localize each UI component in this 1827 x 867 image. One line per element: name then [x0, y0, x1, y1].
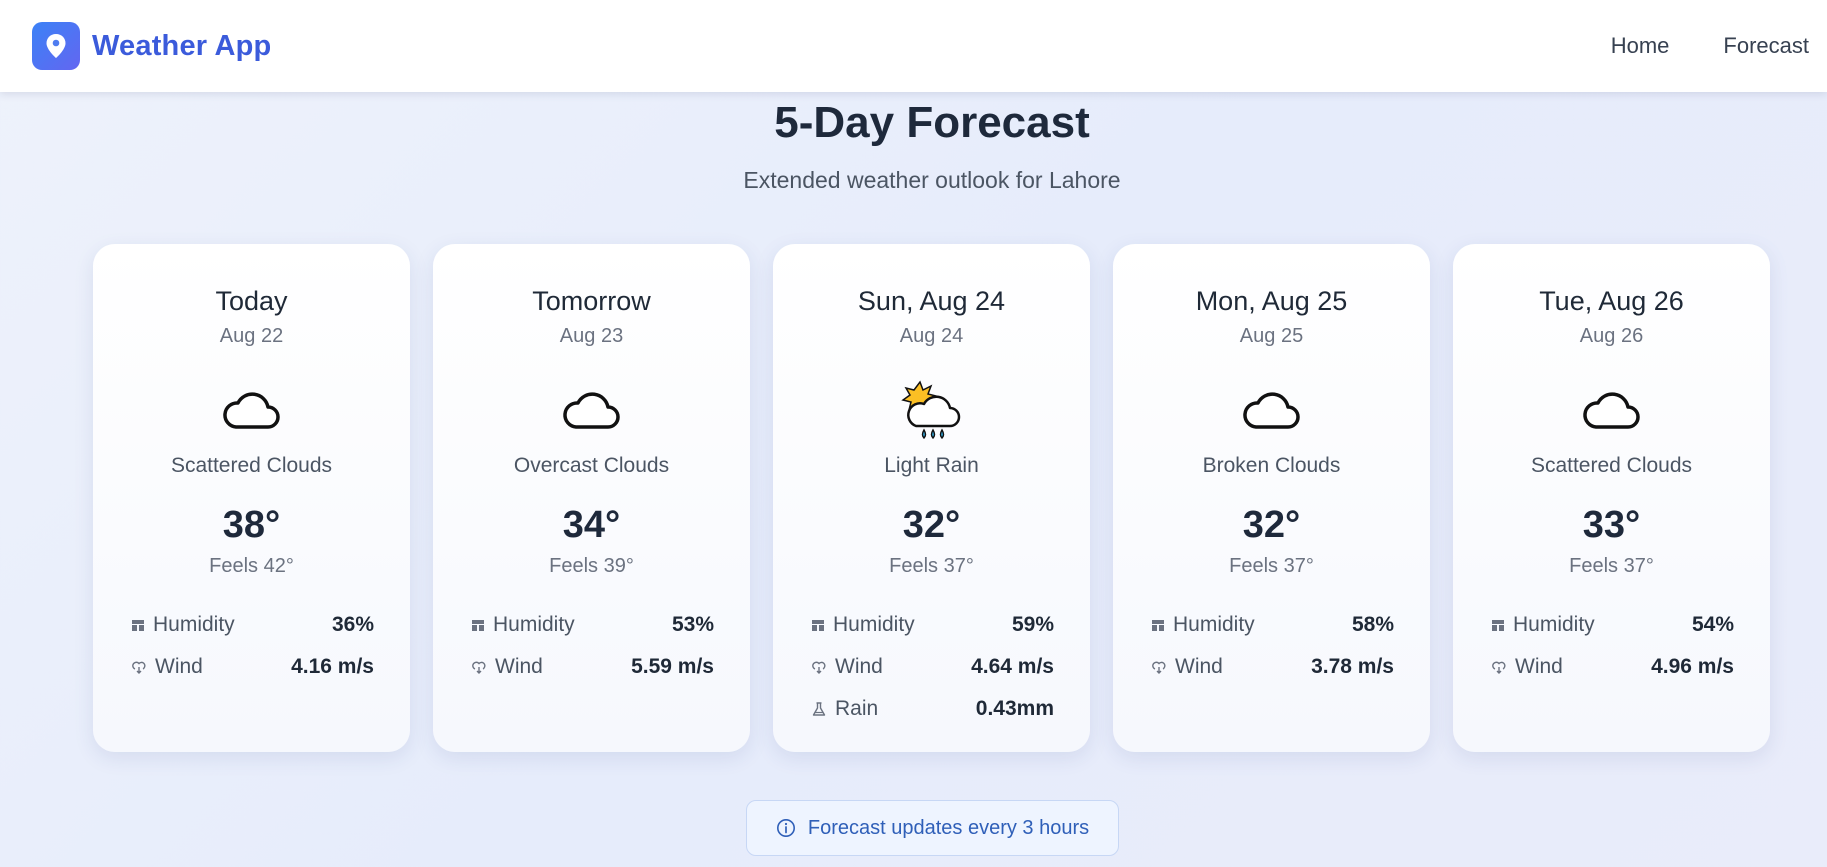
card-description: Scattered Clouds: [1530, 454, 1693, 477]
card-temperature: 33°: [1582, 504, 1641, 546]
wind-value: 4.96 m/s: [1651, 655, 1734, 678]
nav-links: Home Forecast: [1611, 33, 1809, 59]
top-navbar: Weather App Home Forecast: [0, 0, 1827, 92]
humidity-row: Humidity 58%: [1151, 604, 1394, 646]
card-feels-like: Feels 37°: [1229, 555, 1314, 577]
wind-label: Wind: [495, 655, 543, 678]
card-date: Aug 25: [1239, 325, 1304, 347]
card-date: Aug 24: [899, 325, 964, 347]
cloud-icon: [93, 380, 410, 442]
wind-value: 4.16 m/s: [291, 655, 374, 678]
rain-label: Rain: [835, 697, 879, 720]
card-date: Aug 23: [559, 325, 624, 347]
info-icon: [776, 819, 795, 837]
wind-value: 5.59 m/s: [631, 655, 714, 678]
card-description: Broken Clouds: [1202, 454, 1341, 477]
rain-value: 0.43mm: [975, 697, 1054, 720]
forecast-card[interactable]: Today Aug 22 Scattered Clouds 38° Feels …: [93, 244, 410, 752]
humidity-label: Humidity: [153, 613, 235, 636]
brand[interactable]: Weather App: [32, 22, 271, 70]
wind-value: 3.78 m/s: [1311, 655, 1394, 678]
wind-icon: [812, 661, 826, 674]
humidity-value: 36%: [331, 613, 374, 636]
wind-label: Wind: [1515, 655, 1563, 678]
forecast-card[interactable]: Tue, Aug 26 Aug 26 Scattered Clouds 33° …: [1453, 244, 1770, 752]
nav-home-link[interactable]: Home: [1611, 33, 1670, 59]
humidity-icon: [1152, 620, 1164, 631]
humidity-icon: [472, 620, 484, 631]
brand-name: Weather App: [92, 29, 272, 62]
humidity-row: Humidity 53%: [471, 604, 714, 646]
card-description: Scattered Clouds: [170, 454, 333, 477]
card-day: Mon, Aug 25: [1195, 286, 1348, 316]
card-stats: Humidity 54% Wind 4.96 m/s: [1453, 604, 1770, 688]
forecast-card[interactable]: Tomorrow Aug 23 Overcast Clouds 34° Feel…: [433, 244, 750, 752]
wind-label: Wind: [835, 655, 883, 678]
wind-row: Wind 5.59 m/s: [471, 646, 714, 688]
card-date: Aug 22: [219, 325, 284, 347]
nav-forecast-link[interactable]: Forecast: [1723, 33, 1809, 59]
wind-label: Wind: [155, 655, 203, 678]
cloud-icon: [433, 380, 750, 442]
card-temperature: 34°: [562, 504, 621, 546]
cloud-icon: [1113, 380, 1430, 442]
card-description: Light Rain: [884, 454, 979, 477]
card-temperature: 32°: [1242, 504, 1301, 546]
humidity-value: 53%: [671, 613, 714, 636]
update-notice-text: Forecast updates every 3 hours: [807, 816, 1090, 839]
humidity-value: 59%: [1011, 613, 1054, 636]
humidity-label: Humidity: [493, 613, 575, 636]
wind-row: Wind 4.96 m/s: [1491, 646, 1734, 688]
rain-row: Rain 0.43mm: [811, 688, 1054, 730]
humidity-value: 54%: [1691, 613, 1734, 636]
humidity-icon: [132, 620, 144, 631]
wind-icon: [472, 661, 486, 674]
page-subtitle: Extended weather outlook for Lahore: [743, 167, 1121, 193]
humidity-icon: [1492, 620, 1504, 631]
card-feels-like: Feels 37°: [1569, 555, 1654, 577]
card-temperature: 32°: [902, 504, 961, 546]
wind-icon: [1492, 661, 1506, 674]
card-day: Tomorrow: [532, 286, 651, 316]
wind-label: Wind: [1175, 655, 1223, 678]
card-stats: Humidity 59% Wind 4.64 m/s Rain 0.43mm: [773, 604, 1090, 730]
card-stats: Humidity 36% Wind 4.16 m/s: [93, 604, 410, 688]
humidity-icon: [812, 620, 824, 631]
card-stats: Humidity 58% Wind 3.78 m/s: [1113, 604, 1430, 688]
forecast-cards: Today Aug 22 Scattered Clouds 38° Feels …: [93, 244, 1770, 752]
cloud-icon: [1453, 380, 1770, 442]
humidity-row: Humidity 54%: [1491, 604, 1734, 646]
page-title: 5-Day Forecast: [774, 98, 1090, 147]
card-day: Tue, Aug 26: [1539, 286, 1684, 316]
humidity-row: Humidity 59%: [811, 604, 1054, 646]
card-day: Sun, Aug 24: [857, 286, 1006, 316]
card-stats: Humidity 53% Wind 5.59 m/s: [433, 604, 750, 688]
humidity-label: Humidity: [1513, 613, 1595, 636]
card-feels-like: Feels 37°: [889, 555, 974, 577]
wind-row: Wind 3.78 m/s: [1151, 646, 1394, 688]
card-temperature: 38°: [222, 504, 281, 546]
wind-row: Wind 4.64 m/s: [811, 646, 1054, 688]
card-day: Today: [215, 286, 288, 316]
wind-value: 4.64 m/s: [971, 655, 1054, 678]
humidity-row: Humidity 36%: [131, 604, 374, 646]
humidity-value: 58%: [1351, 613, 1394, 636]
map-pin-icon: [32, 22, 80, 70]
card-feels-like: Feels 39°: [549, 555, 634, 577]
wind-icon: [1152, 661, 1166, 674]
wind-row: Wind 4.16 m/s: [131, 646, 374, 688]
card-feels-like: Feels 42°: [209, 555, 294, 577]
card-date: Aug 26: [1579, 325, 1644, 347]
card-description: Overcast Clouds: [513, 454, 670, 477]
sun-rain-cloud-icon: [773, 380, 1090, 442]
update-notice: Forecast updates every 3 hours: [746, 800, 1119, 856]
humidity-label: Humidity: [1173, 613, 1255, 636]
flask-icon: [812, 702, 826, 716]
wind-icon: [132, 661, 146, 674]
humidity-label: Humidity: [833, 613, 915, 636]
forecast-card[interactable]: Sun, Aug 24 Aug 24 Light Rain 32° Feels …: [773, 244, 1090, 752]
forecast-card[interactable]: Mon, Aug 25 Aug 25 Broken Clouds 32° Fee…: [1113, 244, 1430, 752]
